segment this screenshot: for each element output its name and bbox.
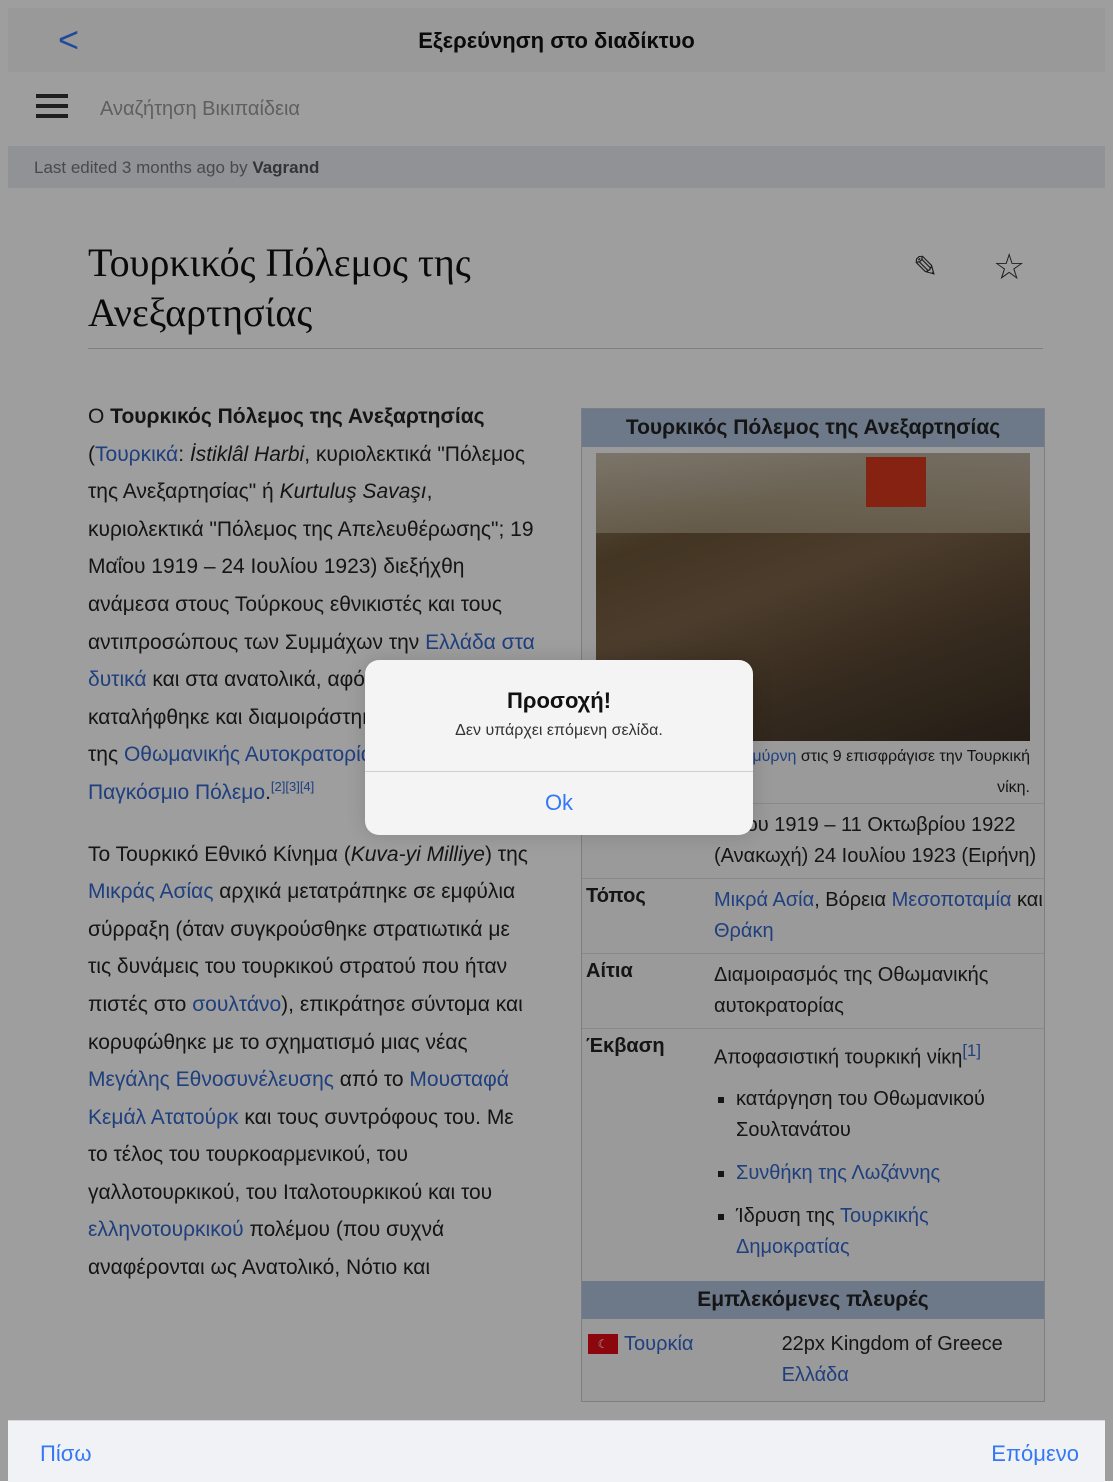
bottom-toolbar: Πίσω Επόμενο: [8, 1420, 1105, 1482]
alert-dialog: Προσοχή! Δεν υπάρχει επόμενη σελίδα. Ok: [365, 660, 753, 835]
alert-ok-button[interactable]: Ok: [365, 790, 753, 816]
next-button[interactable]: Επόμενο: [991, 1441, 1079, 1467]
alert-title: Προσοχή!: [506, 688, 612, 713]
previous-button[interactable]: Πίσω: [40, 1441, 92, 1467]
alert-divider: [365, 771, 753, 772]
alert-message: Δεν υπάρχει επόμενη σελίδα.: [455, 722, 663, 739]
